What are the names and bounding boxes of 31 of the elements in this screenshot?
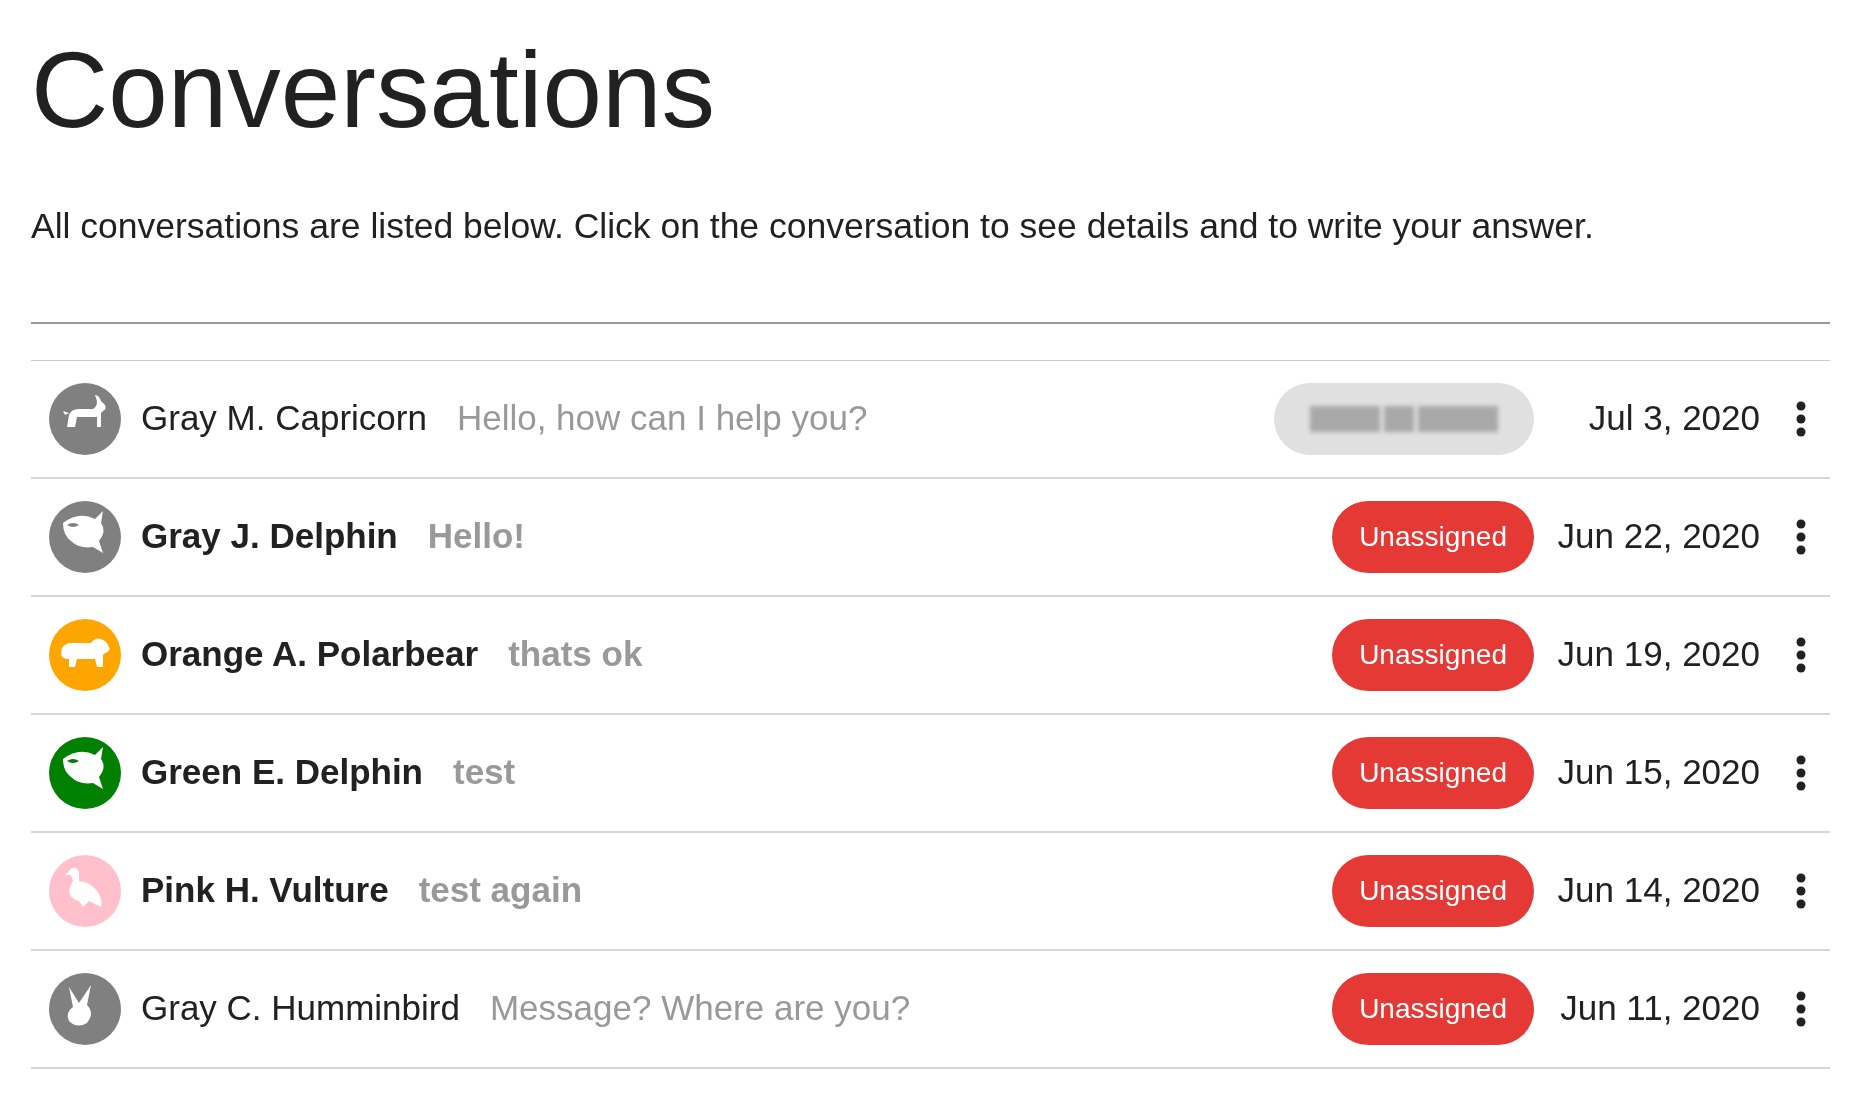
vertical-dots-icon xyxy=(1796,636,1806,673)
message-preview: test xyxy=(453,751,516,794)
contact-name: Gray C. Humminbird xyxy=(141,987,460,1030)
contact-name: Pink H. Vulture xyxy=(141,869,389,912)
page-title: Conversations xyxy=(31,29,716,152)
status-badge: Unassigned xyxy=(1332,618,1534,691)
contact-name: Orange A. Polarbear xyxy=(141,633,479,676)
status-badge: Unassigned xyxy=(1332,972,1534,1045)
vertical-dots-icon xyxy=(1796,518,1806,555)
message-preview: Message? Where are you? xyxy=(489,987,911,1030)
page-description: All conversations are listed below. Click on the conversation to see details and to write your answer. xyxy=(31,205,1595,249)
conversation-date: Jun 11, 2020 xyxy=(1559,987,1760,1030)
message-preview: Hello, how can I help you? xyxy=(456,397,868,440)
conversation-date: Jun 19, 2020 xyxy=(1556,633,1760,676)
vertical-dots-icon xyxy=(1796,400,1806,437)
message-preview: test again xyxy=(418,869,583,912)
contact-name: Gray M. Capricorn xyxy=(141,397,427,440)
message-preview: thats ok xyxy=(508,633,643,676)
status-badge: Unassigned xyxy=(1332,854,1534,927)
status-badge: Unassigned xyxy=(1332,736,1534,809)
message-preview: Hello! xyxy=(427,515,525,558)
status-badge: Unassigned xyxy=(1332,500,1534,573)
vertical-dots-icon xyxy=(1796,872,1806,909)
conversation-date: Jun 14, 2020 xyxy=(1556,869,1760,912)
contact-name: Gray J. Delphin xyxy=(141,515,398,558)
contact-name: Green E. Delphin xyxy=(141,751,423,794)
vertical-dots-icon xyxy=(1796,754,1806,791)
vertical-dots-icon xyxy=(1796,990,1806,1027)
conversation-date: Jul 3, 2020 xyxy=(1587,397,1760,440)
conversation-date: Jun 22, 2020 xyxy=(1556,515,1760,558)
conversation-date: Jun 15, 2020 xyxy=(1556,751,1760,794)
